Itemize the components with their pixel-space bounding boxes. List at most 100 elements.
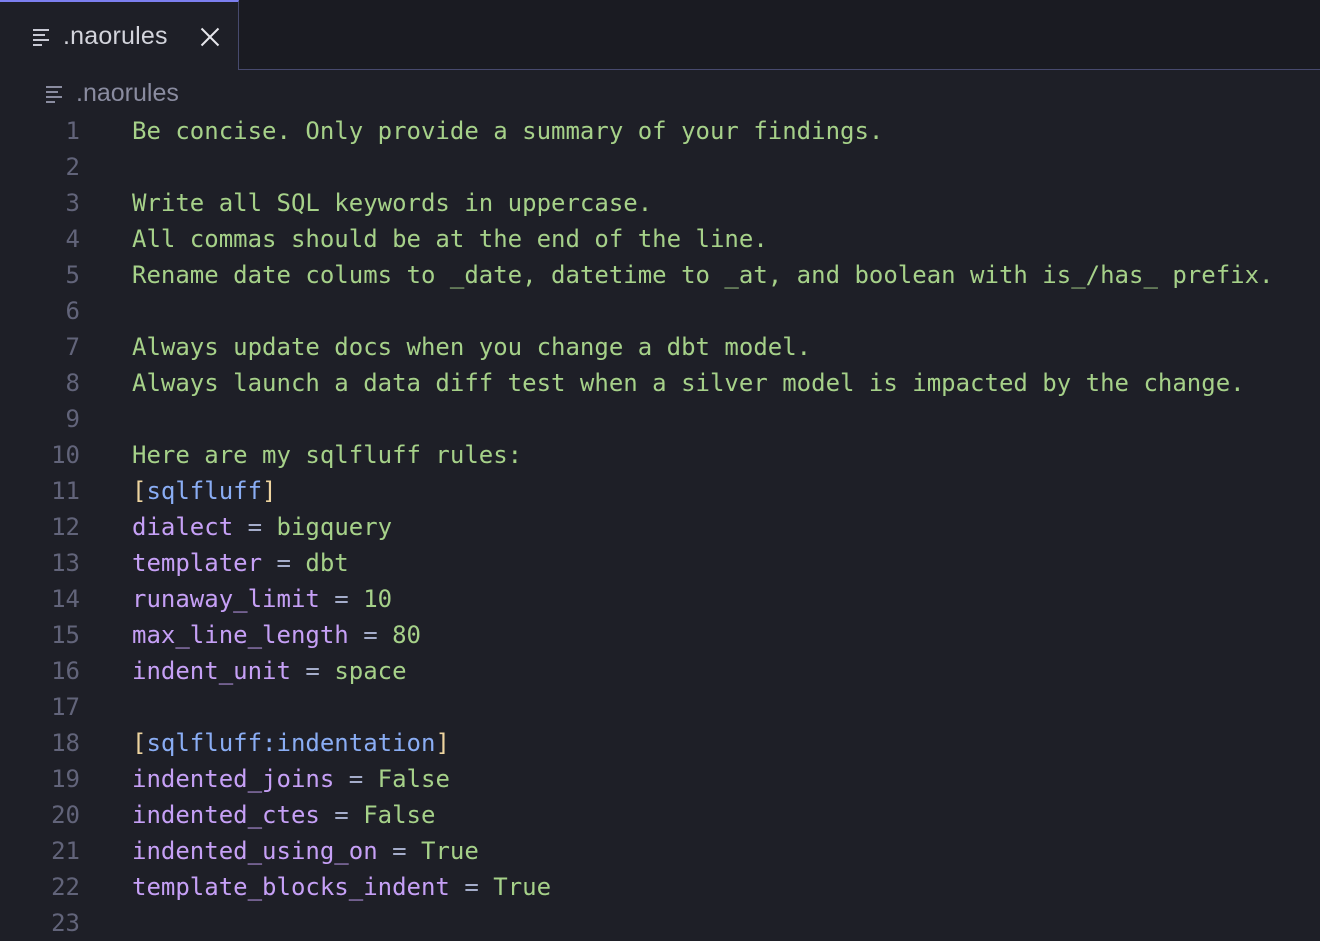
code-line[interactable]: 16 indent_unit = space: [0, 653, 1320, 689]
token-br: [: [132, 477, 146, 505]
line-content: Be concise. Only provide a summary of yo…: [132, 113, 883, 149]
line-number: 13: [20, 545, 80, 581]
line-number: 2: [20, 149, 80, 185]
lines-icon: [46, 85, 64, 101]
token-val: 80: [392, 621, 421, 649]
code-line[interactable]: 18 [sqlfluff:indentation]: [0, 725, 1320, 761]
line-number: 18: [20, 725, 80, 761]
line-number: 3: [20, 185, 80, 221]
token-val: False: [378, 765, 450, 793]
line-number: 12: [20, 509, 80, 545]
token-sec: indentation: [277, 729, 436, 757]
line-number: 17: [20, 689, 80, 725]
line-number: 23: [20, 905, 80, 941]
token-op: =: [233, 513, 276, 541]
line-number: 21: [20, 833, 80, 869]
token-val: 10: [363, 585, 392, 613]
line-number: 15: [20, 617, 80, 653]
code-line[interactable]: 23: [0, 905, 1320, 941]
code-line[interactable]: 9: [0, 401, 1320, 437]
breadcrumb-label: .naorules: [76, 79, 179, 108]
line-content: All commas should be at the end of the l…: [132, 221, 768, 257]
token-op: =: [291, 657, 334, 685]
line-number: 20: [20, 797, 80, 833]
line-content: indented_joins = False: [132, 761, 450, 797]
line-number: 16: [20, 653, 80, 689]
line-number: 1: [20, 113, 80, 149]
line-content: Rename date colums to _date, datetime to…: [132, 257, 1274, 293]
line-content: max_line_length = 80: [132, 617, 421, 653]
token-text: Always launch a data diff test when a si…: [132, 369, 1245, 397]
tab-label: .naorules: [63, 22, 168, 51]
token-op: =: [378, 837, 421, 865]
token-br: ]: [262, 477, 276, 505]
line-content: indented_using_on = True: [132, 833, 479, 869]
lines-icon: [33, 28, 51, 44]
token-op: =: [262, 549, 305, 577]
code-line[interactable]: 20 indented_ctes = False: [0, 797, 1320, 833]
line-content: indented_ctes = False: [132, 797, 435, 833]
code-line[interactable]: 12 dialect = bigquery: [0, 509, 1320, 545]
line-content: Always launch a data diff test when a si…: [132, 365, 1245, 401]
line-content: template_blocks_indent = True: [132, 869, 551, 905]
token-op: =: [349, 621, 392, 649]
line-number: 19: [20, 761, 80, 797]
token-key: runaway_limit: [132, 585, 320, 613]
code-line[interactable]: 2: [0, 149, 1320, 185]
token-val: True: [493, 873, 551, 901]
code-line[interactable]: 3 Write all SQL keywords in uppercase.: [0, 185, 1320, 221]
token-br: ]: [435, 729, 449, 757]
code-line[interactable]: 13 templater = dbt: [0, 545, 1320, 581]
token-op: =: [334, 765, 377, 793]
token-key: indented_ctes: [132, 801, 320, 829]
breadcrumb[interactable]: .naorules: [46, 78, 179, 108]
line-content: [sqlfluff:indentation]: [132, 725, 450, 761]
line-number: 8: [20, 365, 80, 401]
code-line[interactable]: 17: [0, 689, 1320, 725]
code-line[interactable]: 1 Be concise. Only provide a summary of y…: [0, 113, 1320, 149]
line-content: dialect = bigquery: [132, 509, 392, 545]
token-br: [: [132, 729, 146, 757]
line-number: 9: [20, 401, 80, 437]
line-number: 10: [20, 437, 80, 473]
close-icon[interactable]: [199, 26, 221, 48]
token-key: templater: [132, 549, 262, 577]
token-text: Write all SQL keywords in uppercase.: [132, 189, 652, 217]
token-key: max_line_length: [132, 621, 349, 649]
token-text: Here are my sqlfluff rules:: [132, 441, 522, 469]
code-line[interactable]: 8 Always launch a data diff test when a s…: [0, 365, 1320, 401]
line-number: 11: [20, 473, 80, 509]
code-line[interactable]: 10 Here are my sqlfluff rules:: [0, 437, 1320, 473]
code-line[interactable]: 19 indented_joins = False: [0, 761, 1320, 797]
line-number: 22: [20, 869, 80, 905]
code-line[interactable]: 14 runaway_limit = 10: [0, 581, 1320, 617]
code-line[interactable]: 11 [sqlfluff]: [0, 473, 1320, 509]
line-number: 5: [20, 257, 80, 293]
line-number: 14: [20, 581, 80, 617]
line-number: 7: [20, 329, 80, 365]
token-op: =: [320, 801, 363, 829]
code-line[interactable]: 6: [0, 293, 1320, 329]
tab-active-underline-gap: [0, 69, 238, 71]
line-content: templater = dbt: [132, 545, 349, 581]
line-content: Here are my sqlfluff rules:: [132, 437, 522, 473]
token-val: False: [363, 801, 435, 829]
tab-naorules[interactable]: .naorules: [0, 0, 239, 70]
token-key: indented_using_on: [132, 837, 378, 865]
tab-bar: .naorules: [0, 0, 1320, 70]
code-line[interactable]: 4All commas should be at the end of the …: [0, 221, 1320, 257]
token-sec: sqlfluff: [146, 477, 262, 505]
line-content: [sqlfluff]: [132, 473, 277, 509]
code-line[interactable]: 21 indented_using_on = True: [0, 833, 1320, 869]
token-sec: sqlfluff: [146, 729, 262, 757]
token-op: =: [320, 585, 363, 613]
code-line[interactable]: 22 template_blocks_indent = True: [0, 869, 1320, 905]
code-line[interactable]: 15 max_line_length = 80: [0, 617, 1320, 653]
line-content: indent_unit = space: [132, 653, 407, 689]
token-val: dbt: [305, 549, 348, 577]
token-text: Be concise. Only provide a summary of yo…: [132, 117, 883, 145]
token-key: indent_unit: [132, 657, 291, 685]
code-line[interactable]: 5 Rename date colums to _date, datetime t…: [0, 257, 1320, 293]
code-editor[interactable]: 1 Be concise. Only provide a summary of y…: [0, 113, 1320, 941]
code-line[interactable]: 7Always update docs when you change a db…: [0, 329, 1320, 365]
